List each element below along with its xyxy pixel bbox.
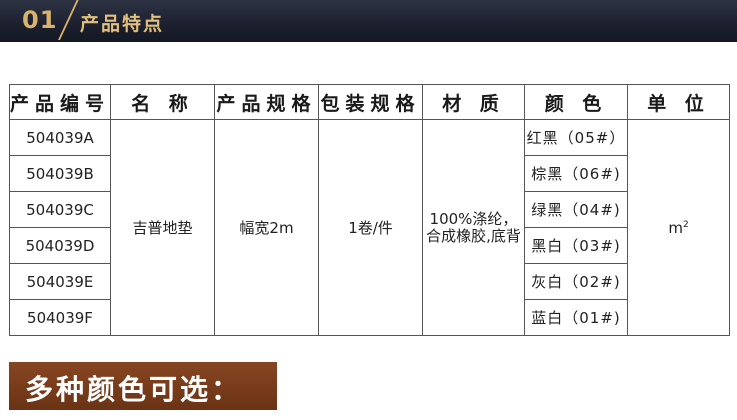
product-spec: 幅宽2m <box>214 119 319 336</box>
header-spec: 产品规格 <box>214 84 319 120</box>
material-line-1: 100%涤纶， <box>429 209 518 228</box>
product-code: 504039E <box>9 263 111 300</box>
product-material: 100%涤纶， 合成橡胶,底背 <box>422 119 525 336</box>
product-color: 棕黑（06#) <box>524 155 628 192</box>
product-color: 黑白（03#) <box>524 227 628 264</box>
product-unit: m2 <box>627 119 730 336</box>
colors-available-banner: 多种颜色可选： <box>9 362 277 410</box>
unit-text: m <box>668 218 683 237</box>
header-color: 颜 色 <box>524 84 628 120</box>
product-name: 吉普地垫 <box>110 119 215 336</box>
section-number: 01 <box>22 6 58 34</box>
product-code: 504039A <box>9 119 111 156</box>
header-code: 产品编号 <box>9 84 111 120</box>
product-color: 蓝白（01#) <box>524 299 628 336</box>
slash-divider <box>58 0 79 40</box>
unit-superscript: 2 <box>682 219 689 230</box>
header-material: 材 质 <box>422 84 525 120</box>
product-color: 灰白（02#) <box>524 263 628 300</box>
table-row: 504039A 吉普地垫 幅宽2m 1卷/件 100%涤纶， 合成橡胶,底背 红… <box>9 119 730 336</box>
header-unit: 单 位 <box>627 84 730 120</box>
product-color: 红黑（05#） <box>524 119 628 156</box>
product-code: 504039B <box>9 155 111 192</box>
product-spec-table: 产品编号 名 称 产品规格 包装规格 材 质 颜 色 单 位 504039A 吉… <box>9 84 730 336</box>
product-code: 504039F <box>9 299 111 336</box>
product-packing: 1卷/件 <box>318 119 423 336</box>
header-packing: 包装规格 <box>318 84 423 120</box>
colors-available-title: 多种颜色可选： <box>25 373 243 406</box>
product-code: 504039D <box>9 227 111 264</box>
product-color: 绿黑（04#) <box>524 191 628 228</box>
section-title: 产品特点 <box>80 13 165 35</box>
product-code: 504039C <box>9 191 111 228</box>
table-header-row: 产品编号 名 称 产品规格 包装规格 材 质 颜 色 单 位 <box>9 84 730 120</box>
header-name: 名 称 <box>110 84 215 120</box>
section-header: 01 产品特点 <box>0 0 737 42</box>
material-line-2: 合成橡胶,底背 <box>426 226 521 245</box>
